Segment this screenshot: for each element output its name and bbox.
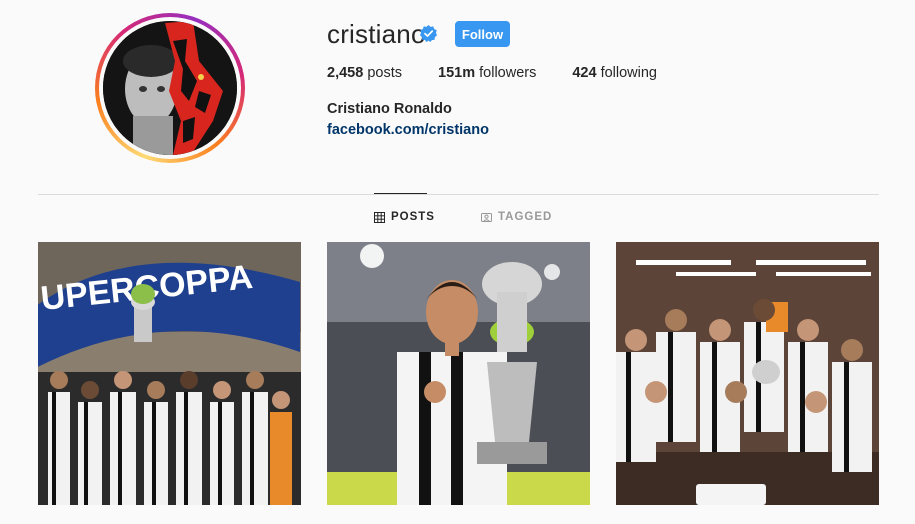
posts-count: 2,458 [327,65,364,81]
grid-icon [374,211,385,223]
tab-tagged-label: TAGGED [498,211,553,223]
stat-following[interactable]: 424 following [572,65,657,81]
profile-stats: 2,458 posts 151m followers 424 following [327,65,693,81]
post-thumbnail-2[interactable] [327,242,590,505]
profile-full-name: Cristiano Ronaldo [327,101,452,117]
avatar-image [103,21,237,155]
profile-username: cristiano [327,19,426,49]
avatar[interactable] [103,21,237,155]
post-3-image [616,242,879,505]
verified-badge-icon [420,25,437,42]
post-thumbnail-3[interactable] [616,242,879,505]
follow-button[interactable]: Follow [455,21,510,47]
followers-count: 151m [438,65,476,81]
following-count: 424 [572,65,597,81]
tab-tagged[interactable]: TAGGED [481,211,552,223]
tagged-icon [481,213,492,222]
profile-website-link[interactable]: facebook.com/cristiano [327,122,489,138]
stat-followers[interactable]: 151m followers [438,65,536,81]
post-1-image: UPERCOPPA [38,242,301,505]
following-label: following [600,65,657,81]
tab-posts-label: POSTS [391,211,435,223]
avatar-gap [99,17,241,159]
post-2-image [327,242,590,505]
posts-label: posts [367,65,402,81]
active-tab-indicator [374,193,427,194]
followers-label: followers [479,65,537,81]
post-thumbnail-1[interactable]: UPERCOPPA [38,242,301,505]
tab-posts[interactable]: POSTS [374,211,435,223]
profile-avatar-ring[interactable] [95,13,245,163]
stat-posts[interactable]: 2,458 posts [327,65,402,81]
tabs-divider [38,194,879,195]
